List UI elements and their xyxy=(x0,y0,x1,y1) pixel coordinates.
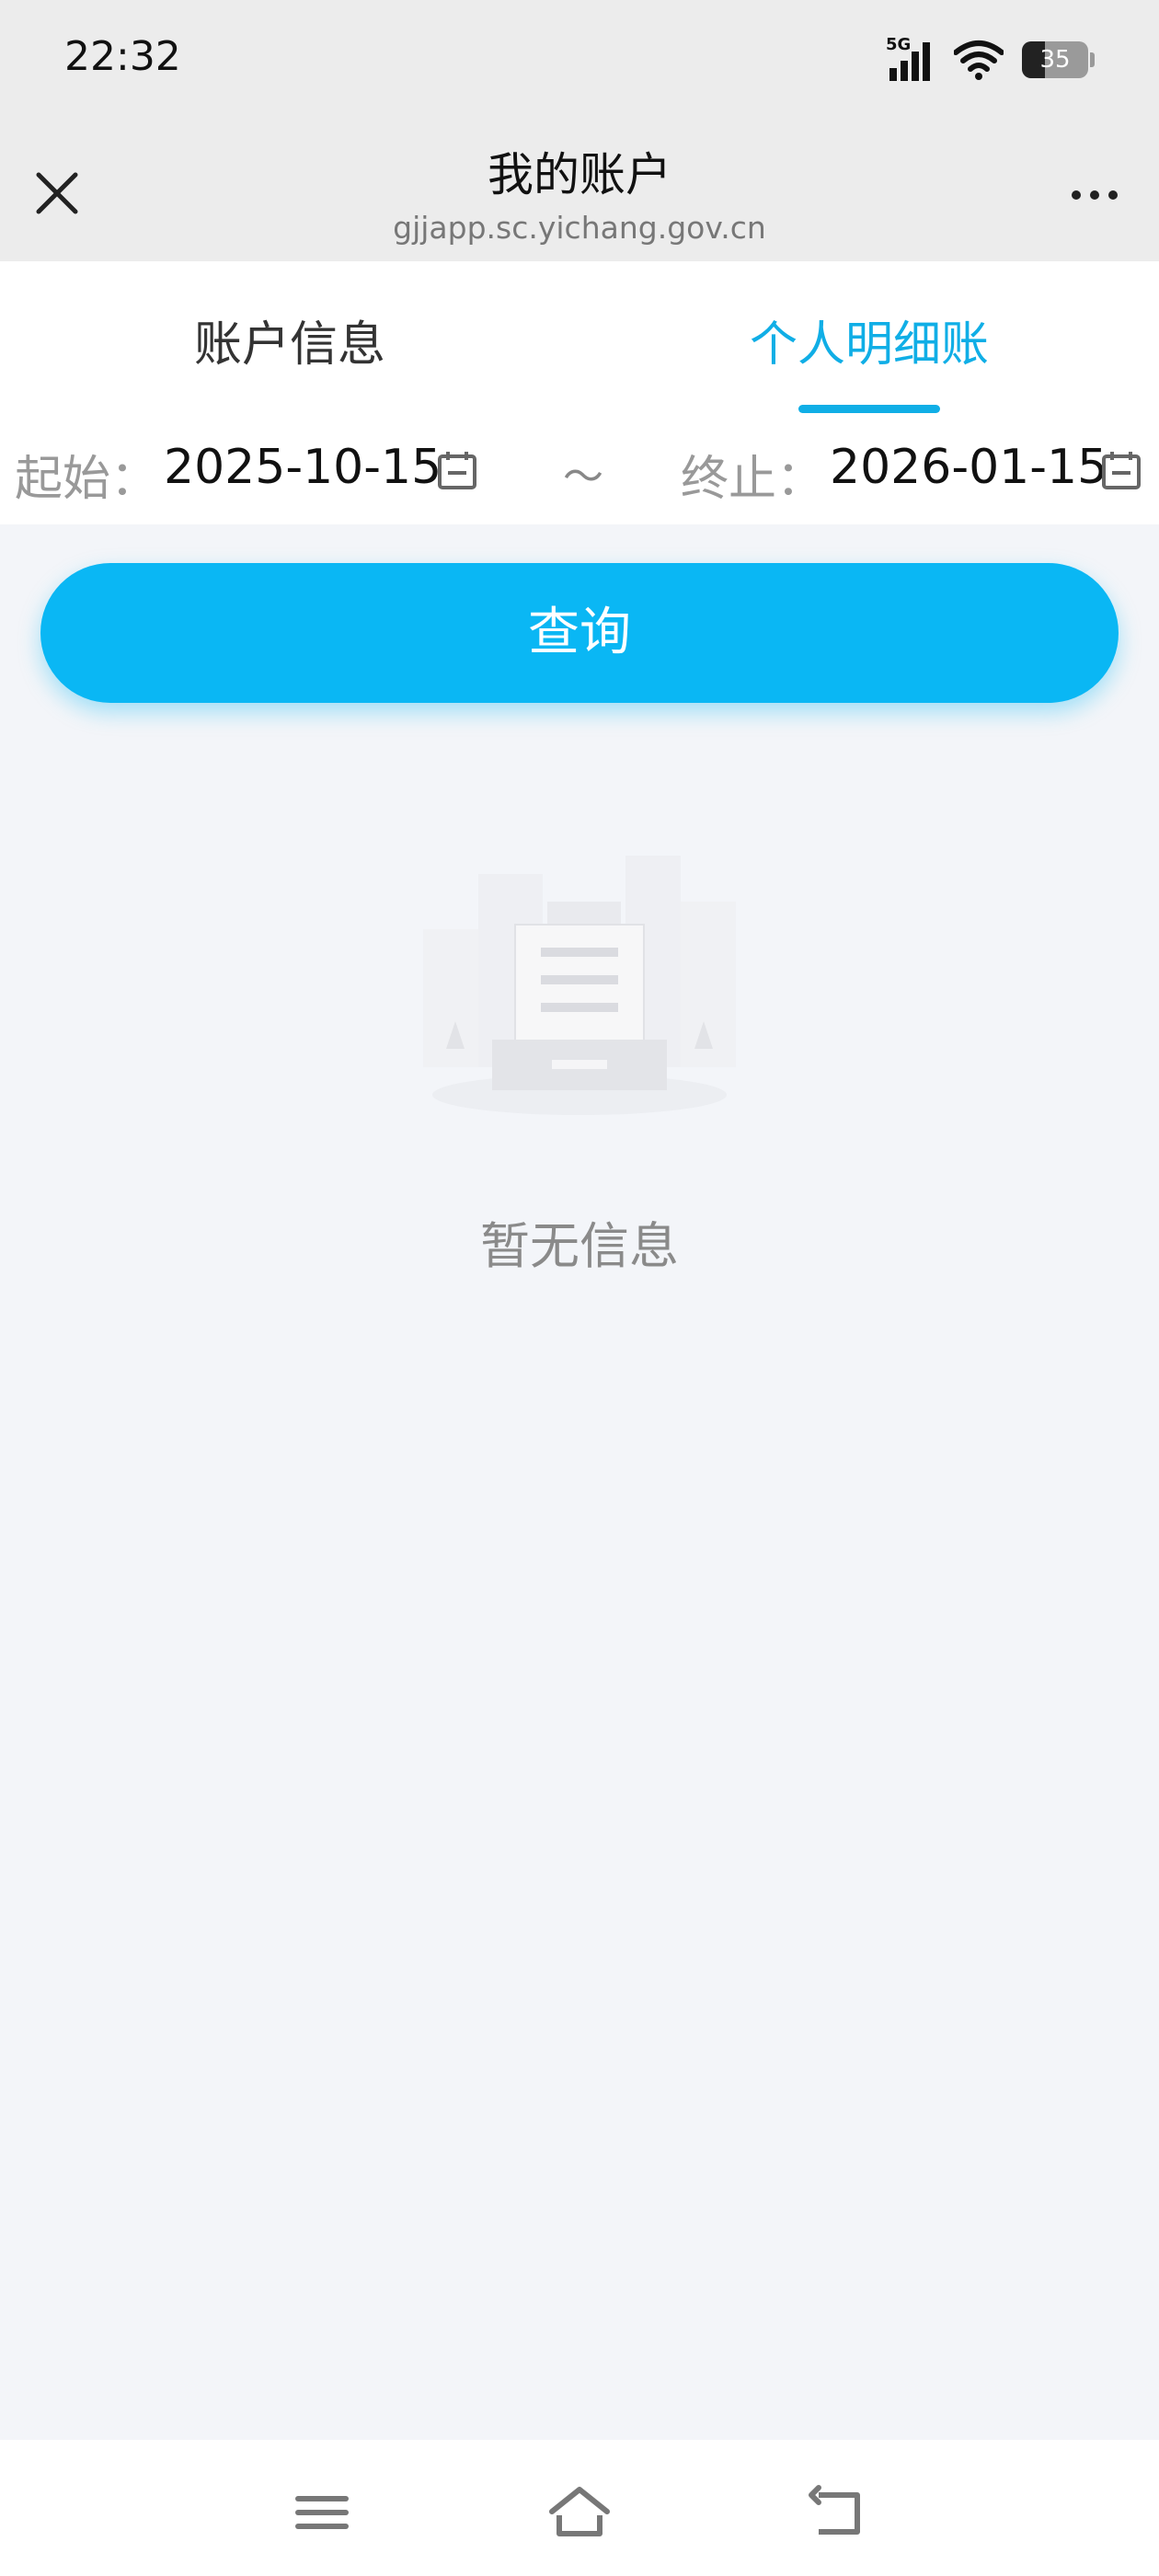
more-icon-dot xyxy=(1072,190,1081,200)
tab-bar: 账户信息 个人明细账 xyxy=(0,261,1159,418)
back-icon[interactable] xyxy=(800,2480,874,2545)
home-icon[interactable] xyxy=(543,2480,616,2545)
end-date-label: 终止： xyxy=(681,452,825,507)
date-range-filter: 起始： 2025-10-15 ～ 终止： 2026-01-15 xyxy=(0,418,1159,524)
network-type: 5G xyxy=(886,35,912,54)
system-nav-bar xyxy=(0,2440,1159,2576)
calendar-icon[interactable] xyxy=(436,449,478,491)
empty-document-icon xyxy=(423,856,736,1115)
page-title: 我的账户 xyxy=(488,148,671,201)
end-date-field[interactable]: 2026-01-15 xyxy=(830,440,1107,495)
empty-state-message: 暂无信息 xyxy=(480,1217,679,1275)
tab-account-info[interactable]: 账户信息 xyxy=(0,305,580,374)
tab-personal-ledger[interactable]: 个人明细账 xyxy=(580,305,1159,374)
more-icon-dot xyxy=(1108,190,1118,200)
query-button[interactable]: 查询 xyxy=(40,563,1119,703)
active-tab-indicator xyxy=(798,405,940,413)
menu-icon[interactable] xyxy=(285,2480,359,2545)
calendar-icon[interactable] xyxy=(1100,449,1142,491)
date-separator: ～ xyxy=(563,454,603,500)
more-button[interactable] xyxy=(1058,177,1131,213)
status-bar: 22:32 5G 35 xyxy=(0,0,1159,129)
webview-header: 我的账户 gjjapp.sc.yichang.gov.cn xyxy=(0,129,1159,261)
battery-level: 35 xyxy=(1039,46,1071,74)
status-icons: 5G 35 xyxy=(886,35,1095,83)
more-icon-dot xyxy=(1090,190,1099,200)
battery-icon: 35 xyxy=(1022,41,1088,78)
battery-cap xyxy=(1090,52,1095,67)
start-date-field[interactable]: 2025-10-15 xyxy=(164,440,442,495)
start-date-label: 起始： xyxy=(15,452,159,507)
status-time: 22:32 xyxy=(64,33,181,80)
signal-icon: 5G xyxy=(886,35,935,83)
wifi-icon xyxy=(954,40,1004,80)
page-url: gjjapp.sc.yichang.gov.cn xyxy=(393,210,766,246)
